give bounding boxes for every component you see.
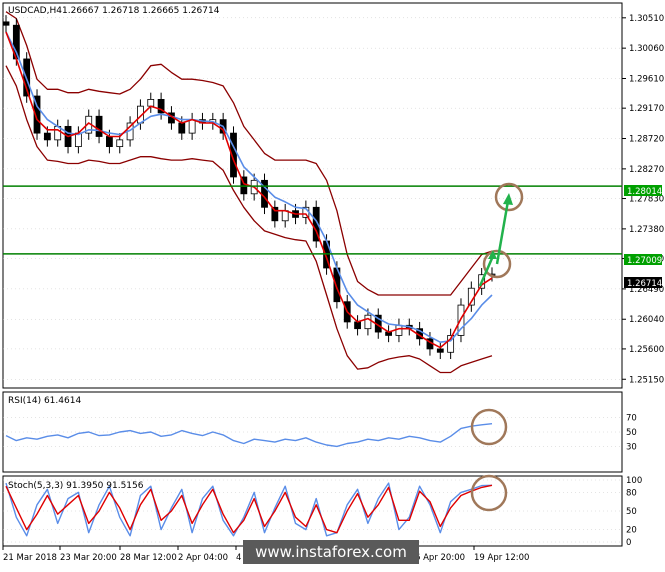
- rsi-axis: 70 50 30: [626, 414, 637, 453]
- chart-window: USDCAD,H4 1.26667 1.26718 1.26665 1.2671…: [0, 0, 665, 568]
- candle-body: [106, 136, 113, 148]
- price-tick-label: 1.25600: [629, 345, 664, 355]
- level-tag-upper: 1.28014: [624, 185, 662, 197]
- candle-body: [147, 99, 155, 107]
- level-tag-lower: 1.27009: [624, 254, 662, 266]
- time-tick-label: 23 Mar 20:00: [60, 553, 117, 563]
- symbol-label: USDCAD,H4: [8, 6, 62, 16]
- price-tick-label: 1.27380: [629, 225, 664, 235]
- watermark: www.instaforex.com: [243, 540, 419, 564]
- chart-canvas: USDCAD,H4 1.26667 1.26718 1.26665 1.2671…: [0, 0, 665, 568]
- candle-body: [95, 115, 103, 137]
- time-tick-label: 4: [236, 553, 241, 563]
- price-tick-label: 1.30510: [629, 14, 664, 24]
- time-tick-label: 21 Mar 2018: [3, 553, 57, 563]
- time-tick-label: 2 Apr 04:00: [178, 553, 228, 563]
- watermark-text: www.instaforex.com: [255, 543, 407, 561]
- price-tick-label: 1.26040: [629, 315, 664, 325]
- time-tick-label: 19 Apr 12:00: [474, 553, 529, 563]
- candle-body: [188, 119, 196, 134]
- stoch-tick-label: 20: [626, 526, 637, 536]
- stoch-tick-label: 100: [626, 476, 642, 486]
- price-tick-label: 1.29170: [629, 104, 664, 114]
- rsi-tick-label: 30: [626, 442, 637, 452]
- candle-body: [116, 139, 124, 148]
- rsi-tick-label: 50: [626, 428, 637, 438]
- candle-body: [364, 314, 372, 330]
- time-tick-label: 28 Mar 12:00: [120, 553, 177, 563]
- price-tick-label: 1.29610: [629, 75, 664, 85]
- level-tag-lower-text: 1.27009: [627, 256, 662, 266]
- time-tick-label: 6 Apr 20:00: [415, 553, 465, 563]
- price-tick-label: 1.30060: [629, 44, 664, 54]
- current-price-text: 1.26714: [627, 279, 662, 289]
- stoch-label: Stoch(5,3,3) 91.3950 91.5156: [8, 481, 144, 491]
- stoch-tick-label: 80: [626, 488, 637, 498]
- level-tag-upper-text: 1.28014: [627, 187, 662, 197]
- candle-body: [395, 324, 403, 336]
- candle-body: [43, 132, 51, 141]
- candle-body: [436, 348, 444, 353]
- candle-body: [271, 206, 279, 222]
- stoch-tick-label: 0: [626, 538, 631, 548]
- rsi-tick-label: 70: [626, 414, 637, 424]
- rsi-label: RSI(14) 61.4614: [8, 396, 81, 406]
- price-tick-label: 1.28270: [629, 165, 664, 175]
- candle-body: [2, 21, 10, 26]
- price-tick-label: 1.28720: [629, 135, 664, 145]
- candle-body: [178, 122, 186, 134]
- stoch-tick-label: 50: [626, 507, 637, 517]
- current-price-tag: 1.26714: [624, 277, 662, 289]
- ohlc-label: 1.26667 1.26718 1.26665 1.26714: [62, 6, 220, 16]
- candle-body: [354, 321, 361, 330]
- price-tick-label: 1.25150: [629, 375, 664, 385]
